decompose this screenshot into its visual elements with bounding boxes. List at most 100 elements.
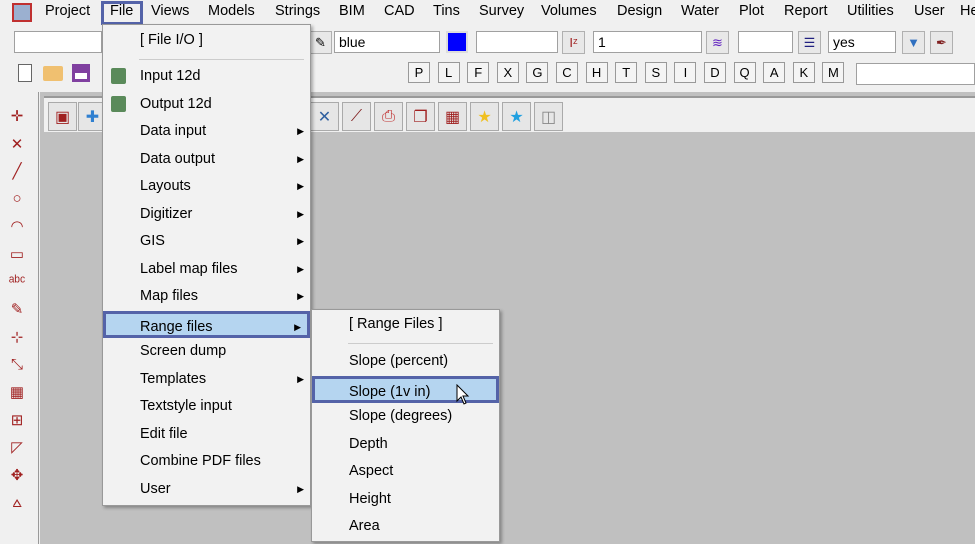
print-icon[interactable]: ⎙ (374, 102, 403, 131)
profile-icon[interactable]: ≋ (706, 31, 729, 54)
star-yellow-icon[interactable]: ★ (470, 102, 499, 131)
file-menu-item-user[interactable]: User ▶ (103, 476, 310, 503)
layout-icon[interactable]: ◫ (534, 102, 563, 131)
name-input[interactable] (14, 31, 102, 53)
eyedropper-icon[interactable]: ✒ (930, 31, 953, 54)
save-icon[interactable] (72, 64, 90, 82)
menu-cad[interactable]: CAD (384, 3, 415, 19)
file-menu-item-textstyle-input[interactable]: Textstyle input (103, 393, 310, 420)
range-menu-item-area[interactable]: Area (312, 513, 499, 540)
filter-button-f[interactable]: F (467, 62, 490, 83)
item-label: Combine PDF files (140, 453, 261, 469)
point-icon[interactable]: ✛ (7, 106, 27, 126)
menu-bim[interactable]: BIM (339, 3, 365, 19)
range-menu-item-aspect[interactable]: Aspect (312, 458, 499, 485)
menu-report[interactable]: Report (784, 3, 828, 19)
shape-icon[interactable]: ◸ (7, 437, 27, 457)
line-style-icon[interactable]: ☰ (798, 31, 821, 54)
range-menu-item-slope-1v-in-[interactable]: Slope (1v in) (312, 375, 499, 403)
menu-strings[interactable]: Strings (275, 3, 320, 19)
dropdown-icon[interactable]: ▼ (902, 31, 925, 54)
view-icon[interactable]: ▣ (48, 102, 77, 131)
arc-icon[interactable]: ◠ (7, 216, 27, 236)
menu-he[interactable]: He (960, 3, 975, 19)
paint-icon[interactable]: ✎ (7, 299, 27, 319)
file-menu-item-edit-file[interactable]: Edit file (103, 421, 310, 448)
menu-project[interactable]: Project (45, 3, 90, 19)
filter-button-l[interactable]: L (437, 62, 460, 83)
line-icon[interactable]: ╱ (7, 161, 27, 181)
zoom-window-icon[interactable]: ⊞ (7, 410, 27, 430)
table-icon[interactable]: ▦ (7, 382, 27, 402)
filter-button-s[interactable]: S (644, 62, 667, 83)
filter-button-k[interactable]: K (792, 62, 815, 83)
file-menu-item-templates[interactable]: Templates ▶ (103, 366, 310, 393)
menu-models[interactable]: Models (208, 3, 255, 19)
filter-button-i[interactable]: I (674, 62, 697, 83)
brush-icon[interactable]: ⟋ (342, 102, 371, 131)
pen-icon[interactable]: ✎ (309, 31, 332, 54)
file-menu-item-label-map-files[interactable]: Label map files ▶ (103, 256, 310, 283)
weight-input[interactable] (738, 31, 793, 53)
filter-button-h[interactable]: H (585, 62, 608, 83)
menu-volumes[interactable]: Volumes (541, 3, 597, 19)
z-ruler-icon[interactable]: Iᶻ (562, 31, 585, 54)
node-icon[interactable]: ⊹ (7, 327, 27, 347)
file-menu-item-combine-pdf-files[interactable]: Combine PDF files (103, 448, 310, 475)
file-menu-item-map-files[interactable]: Map files ▶ (103, 283, 310, 310)
colour-swatch[interactable] (446, 31, 468, 53)
text-icon[interactable]: ᵃᵇᶜ (7, 272, 27, 292)
filter-button-m[interactable]: M (822, 62, 845, 83)
menu-tins[interactable]: Tins (433, 3, 460, 19)
colour-input[interactable]: blue (334, 31, 440, 53)
file-menu-item-data-input[interactable]: Data input ▶ (103, 118, 310, 145)
open-folder-icon[interactable] (43, 66, 63, 81)
menu-design[interactable]: Design (617, 3, 662, 19)
item-label: Range files (140, 318, 213, 335)
grid-icon[interactable]: ▦ (438, 102, 467, 131)
circle-icon[interactable]: ○ (7, 189, 27, 209)
file-menu-item-range-files[interactable]: Range files ▶ (103, 310, 310, 338)
search-input[interactable] (856, 63, 975, 85)
star-blue-icon[interactable]: ★ (502, 102, 531, 131)
filter-button-a[interactable]: A (763, 62, 786, 83)
file-menu-item-layouts[interactable]: Layouts ▶ (103, 173, 310, 200)
file-menu-item-gis[interactable]: GIS ▶ (103, 228, 310, 255)
number-input[interactable]: 1 (593, 31, 702, 53)
range-menu-item-depth[interactable]: Depth (312, 431, 499, 458)
submenu-arrow-icon: ▶ (297, 208, 304, 219)
menu-user[interactable]: User (914, 3, 945, 19)
filter-button-p[interactable]: P (408, 62, 430, 83)
item-label: Input 12d (140, 68, 201, 84)
app-logo-icon[interactable] (12, 3, 32, 22)
delete-icon[interactable]: ✕ (310, 102, 339, 131)
file-menu-item-data-output[interactable]: Data output ▶ (103, 146, 310, 173)
yes-input[interactable]: yes (828, 31, 896, 53)
filter-button-g[interactable]: G (526, 62, 549, 83)
range-menu-item-slope-degrees-[interactable]: Slope (degrees) (312, 403, 499, 430)
file-menu-item-input-12d[interactable]: Input 12d (103, 63, 310, 90)
move-icon[interactable]: ✥ (7, 465, 27, 485)
filter-button-d[interactable]: D (704, 62, 726, 83)
windows-icon[interactable]: ❐ (406, 102, 435, 131)
range-menu-item-height[interactable]: Height (312, 486, 499, 513)
menu-water[interactable]: Water (681, 3, 719, 19)
menu-utilities[interactable]: Utilities (847, 3, 894, 19)
new-file-icon[interactable] (18, 64, 32, 82)
menu-survey[interactable]: Survey (479, 3, 524, 19)
menu-plot[interactable]: Plot (739, 3, 764, 19)
menu-views[interactable]: Views (151, 3, 189, 19)
file-menu-item-digitizer[interactable]: Digitizer ▶ (103, 201, 310, 228)
cross-icon[interactable]: ✕ (7, 134, 27, 154)
measure-icon[interactable]: ⤡ (7, 354, 27, 374)
rectangle-icon[interactable]: ▭ (7, 244, 27, 264)
file-menu-item-output-12d[interactable]: Output 12d (103, 91, 310, 118)
field-input[interactable] (476, 31, 558, 53)
filter-button-c[interactable]: C (556, 62, 578, 83)
filter-button-t[interactable]: T (615, 62, 638, 83)
range-menu-item-slope-percent-[interactable]: Slope (percent) (312, 348, 499, 375)
file-menu-item-screen-dump[interactable]: Screen dump (103, 338, 310, 365)
filter-button-q[interactable]: Q (733, 62, 756, 83)
tin-icon[interactable]: ⩟ (7, 492, 27, 512)
filter-button-x[interactable]: X (496, 62, 519, 83)
